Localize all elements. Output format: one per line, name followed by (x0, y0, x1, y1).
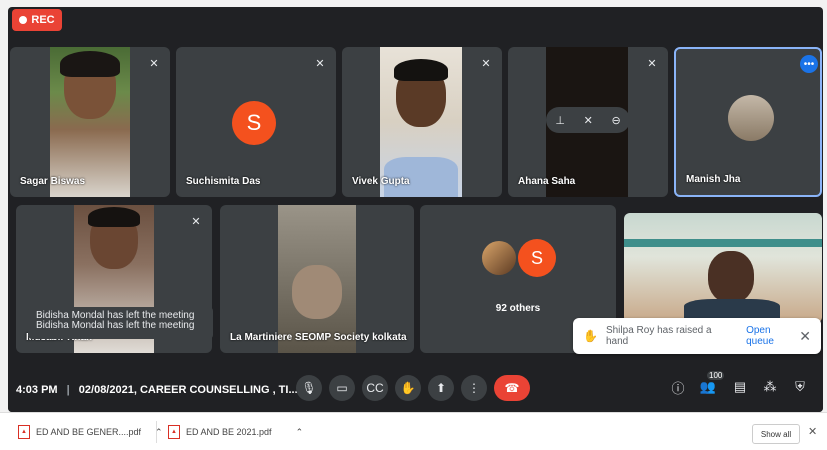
people-icon[interactable]: 👥 (698, 377, 718, 397)
participant-video (50, 47, 130, 197)
download-item[interactable]: ▲ ED AND BE 2021.pdf ⌃ (168, 422, 303, 442)
chat-icon[interactable]: ▤ (730, 377, 750, 397)
participant-name: Manish Jha (686, 174, 741, 185)
others-count: 92 others (495, 303, 541, 314)
more-options-button[interactable]: ⋮ (461, 375, 487, 401)
participant-tile[interactable]: ⊥ ✕ ⊖ ✕ Ahana Saha (508, 47, 668, 197)
separator: | (66, 384, 70, 396)
participant-avatar (728, 95, 774, 141)
chevron-up-icon[interactable]: ⌃ (296, 427, 304, 438)
captions-button[interactable]: CC (362, 375, 388, 401)
participant-video (278, 205, 356, 353)
participant-tile[interactable]: ✕ Sagar Biswas (10, 47, 170, 197)
close-icon[interactable]: ✕ (799, 328, 811, 345)
download-item[interactable]: ▲ ED AND BE GENER....pdf ⌃ (18, 422, 163, 442)
toast-line: Bidisha Mondal has left the meeting (36, 320, 195, 331)
clock-time: 4:03 PM (16, 384, 58, 396)
participant-tile[interactable]: ••• Manish Jha (674, 47, 822, 197)
meet-window: REC ✕ Sagar Biswas S ✕ Suchismita Das ✕ … (8, 7, 823, 412)
participant-name: Suchismita Das (186, 176, 261, 187)
participant-avatar: S (518, 239, 556, 277)
camera-button[interactable]: ▭ (329, 375, 355, 401)
raised-hand-text: Shilpa Roy has raised a hand (605, 325, 712, 347)
activities-icon[interactable]: ⁂ (760, 377, 780, 397)
leave-call-button[interactable]: ☎ (494, 375, 530, 401)
participant-tile[interactable]: S ✕ Suchismita Das (176, 47, 336, 197)
participant-name: Ahana Saha (518, 176, 576, 187)
host-controls-icon[interactable]: ⛨ (790, 377, 810, 397)
presenter-video (624, 213, 822, 323)
download-filename: ED AND BE GENER....pdf (36, 427, 142, 437)
close-icon[interactable]: ✕ (808, 425, 817, 438)
mic-off-icon: ✕ (481, 57, 491, 70)
participant-name: Sagar Biswas (20, 176, 86, 187)
participant-avatar: S (232, 101, 276, 145)
mic-off-icon: ✕ (647, 57, 657, 70)
download-filename: ED AND BE 2021.pdf (186, 427, 272, 437)
participant-tile[interactable]: La Martiniere SEOMP Society kolkata (220, 205, 414, 353)
people-count-badge: 100 (707, 371, 725, 380)
participant-name: La Martiniere SEOMP Society kolkata (230, 332, 407, 343)
meeting-toolbar: 4:03 PM | 02/08/2021, CAREER COUNSELLING… (8, 367, 823, 412)
recording-label: REC (31, 14, 55, 26)
recording-indicator: REC (12, 9, 62, 31)
open-queue-link[interactable]: Open queue (746, 325, 799, 347)
participant-avatar (482, 241, 516, 275)
presenter-tile[interactable] (624, 213, 822, 323)
record-dot-icon (19, 16, 28, 24)
mic-off-icon[interactable]: ✕ (584, 114, 593, 127)
pdf-icon: ▲ (18, 425, 30, 439)
show-all-button[interactable]: Show all (752, 424, 800, 444)
participant-video (380, 47, 462, 197)
mic-off-icon: ✕ (149, 57, 159, 70)
pin-icon[interactable]: ⊥ (555, 114, 565, 127)
info-icon[interactable]: ⓘ (668, 377, 688, 397)
left-meeting-toast: Bidisha Mondal has left the meeting Bidi… (28, 307, 213, 339)
downloads-bar: ▲ ED AND BE GENER....pdf ⌃ ▲ ED AND BE 2… (0, 412, 827, 450)
mic-off-icon: ✕ (315, 57, 325, 70)
raised-hand-notification: ✋ Shilpa Roy has raised a hand Open queu… (573, 318, 821, 354)
present-button[interactable]: ⬆ (428, 375, 454, 401)
tile-hover-controls: ⊥ ✕ ⊖ (546, 107, 630, 133)
raise-hand-button[interactable]: ✋ (395, 375, 421, 401)
mic-button[interactable]: 🎙 (296, 375, 322, 401)
meeting-title: 02/08/2021, CAREER COUNSELLING , TI... (78, 384, 298, 396)
remove-icon[interactable]: ⊖ (611, 114, 620, 127)
divider (156, 421, 157, 443)
mic-off-icon: ✕ (191, 215, 201, 228)
participant-name: Vivek Gupta (352, 176, 410, 187)
pdf-icon: ▲ (168, 425, 180, 439)
more-options-icon[interactable]: ••• (800, 55, 818, 73)
participant-tile[interactable]: ✕ Vivek Gupta (342, 47, 502, 197)
meeting-details: 4:03 PM | 02/08/2021, CAREER COUNSELLING… (16, 384, 298, 396)
hand-icon: ✋ (583, 329, 598, 343)
